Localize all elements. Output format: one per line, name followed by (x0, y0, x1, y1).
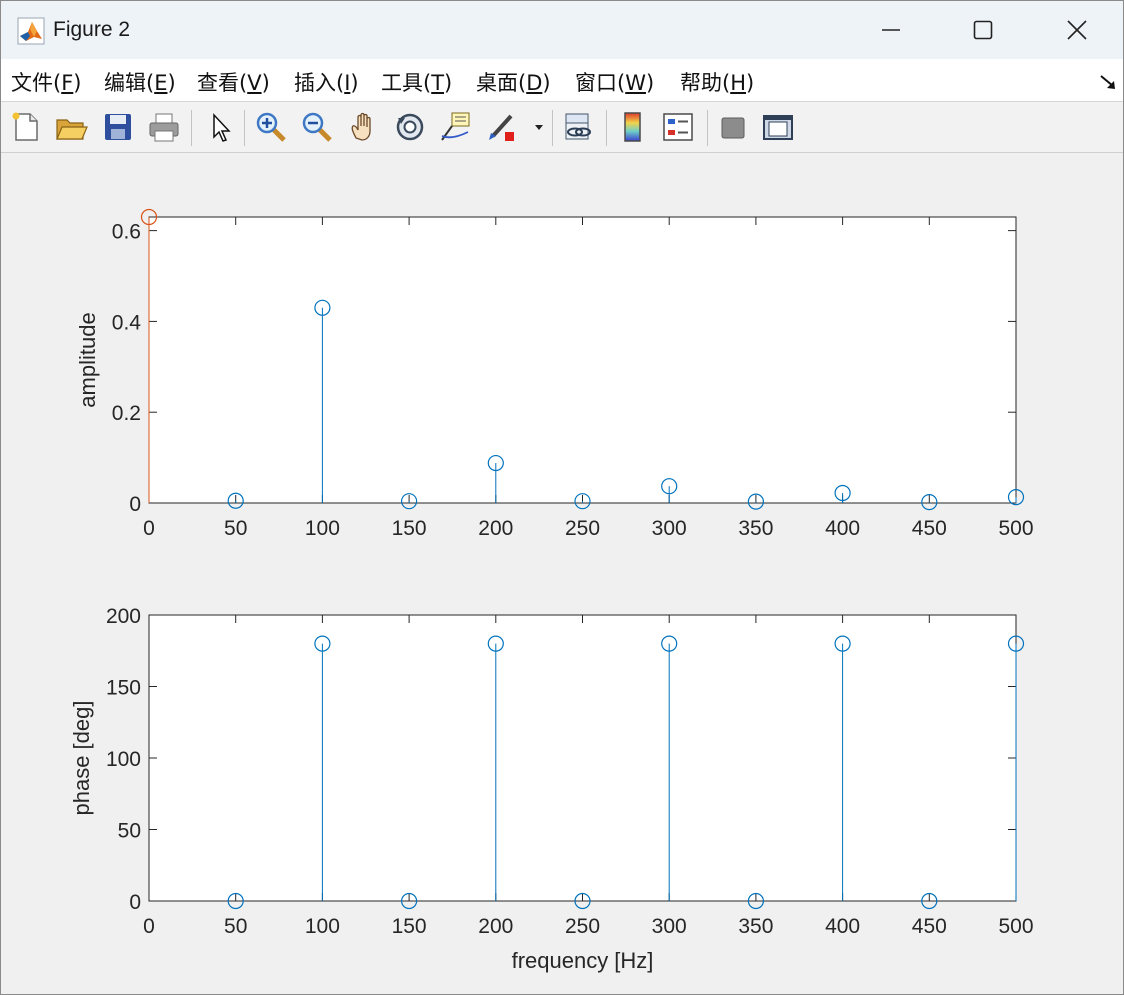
x-tick-label: 100 (305, 915, 340, 938)
data-cursor-button[interactable] (438, 110, 472, 144)
menu-insert[interactable]: 插入(I) (294, 67, 359, 97)
toolbar-separator (707, 110, 708, 146)
y-tick-label: 150 (106, 677, 141, 700)
y-tick-label: 200 (106, 605, 141, 628)
x-tick-label: 250 (565, 517, 600, 540)
x-tick-label: 50 (224, 915, 247, 938)
y-tick-label: 50 (118, 820, 141, 843)
insert-colorbar-icon (624, 112, 641, 142)
zoom-out-icon (302, 112, 332, 142)
x-tick-label: 250 (565, 915, 600, 938)
brush-dropdown-button[interactable] (529, 110, 549, 144)
brush-button[interactable] (485, 110, 519, 144)
y-axis-label: amplitude (75, 312, 100, 407)
edit-plot-pointer-icon (213, 113, 231, 142)
x-tick-label: 0 (143, 915, 155, 938)
x-tick-label: 200 (478, 517, 513, 540)
x-tick-label: 500 (998, 517, 1033, 540)
maximize-icon (973, 20, 993, 40)
rotate-3d-button[interactable] (393, 110, 427, 144)
show-plot-tools-button[interactable] (761, 110, 795, 144)
x-tick-label: 450 (912, 915, 947, 938)
toolbar-separator (191, 110, 192, 146)
insert-colorbar-button[interactable] (616, 110, 650, 144)
x-tick-label: 500 (998, 915, 1033, 938)
x-tick-label: 450 (912, 517, 947, 540)
minimize-button[interactable] (845, 1, 937, 59)
hide-plot-tools-button[interactable] (716, 110, 750, 144)
y-tick-label: 0.4 (112, 311, 142, 334)
figure-window: Figure 2 文件(F) 编辑(E) 查看(V) 插入(I) 工具(T) 桌… (0, 0, 1124, 995)
plot-area: 0 50 100 150 200 250 300 350 400 450 50000.20.40.6… (69, 208, 1034, 973)
title-bar[interactable]: Figure 2 (1, 1, 1123, 59)
close-button[interactable] (1031, 1, 1123, 59)
save-icon (105, 114, 131, 140)
y-tick-label: 100 (106, 748, 141, 771)
axes-1-box (148, 216, 1017, 504)
maximize-button[interactable] (937, 1, 1029, 59)
x-tick-label: 150 (392, 517, 427, 540)
open-file-button[interactable] (54, 110, 88, 144)
toolbar-separator (244, 110, 245, 146)
y-tick-label: 0 (129, 493, 141, 516)
menu-desktop[interactable]: 桌面(D) (476, 67, 551, 97)
y-tick-label: 0.2 (112, 402, 141, 425)
y-axis-label: phase [deg] (69, 701, 94, 816)
menu-edit[interactable]: 编辑(E) (104, 67, 176, 97)
toolbar-separator (552, 110, 553, 146)
menu-bar: 文件(F) 编辑(E) 查看(V) 插入(I) 工具(T) 桌面(D) 窗口(W… (1, 59, 1123, 102)
x-tick-label: 400 (825, 915, 860, 938)
insert-legend-icon (663, 113, 693, 141)
link-plot-icon (565, 113, 591, 140)
y-tick-label: 0 (129, 891, 141, 914)
close-icon (1067, 20, 1087, 40)
zoom-in-icon (256, 112, 286, 142)
x-tick-label: 200 (478, 915, 513, 938)
menu-tools[interactable]: 工具(T) (381, 67, 452, 97)
x-tick-label: 150 (392, 915, 427, 938)
dock-figure-icon[interactable] (1099, 73, 1117, 91)
x-tick-label: 300 (652, 517, 687, 540)
brush-dropdown-icon (535, 125, 543, 130)
matlab-logo-icon (17, 17, 45, 45)
insert-legend-button[interactable] (661, 110, 695, 144)
link-plot-button[interactable] (561, 110, 595, 144)
hide-plot-tools-icon (721, 117, 745, 139)
minimize-icon (882, 29, 900, 31)
pan-button[interactable] (347, 110, 381, 144)
new-figure-button[interactable] (9, 110, 43, 144)
open-file-icon (56, 119, 88, 140)
data-cursor-icon (441, 112, 470, 141)
window-title: Figure 2 (53, 18, 131, 41)
x-tick-label: 100 (305, 517, 340, 540)
figure-canvas: 0 50 100 150 200 250 300 350 400 450 500 0 0.2 0.4 0.6… (1, 153, 1123, 994)
x-tick-label: 300 (652, 915, 687, 938)
menu-file[interactable]: 文件(F) (11, 67, 82, 97)
menu-view[interactable]: 查看(V) (197, 67, 270, 97)
x-tick-label: 0 (143, 517, 155, 540)
menu-help[interactable]: 帮助(H) (680, 67, 754, 97)
x-axis-label: frequency [Hz] (512, 948, 654, 973)
print-icon (149, 113, 179, 142)
edit-plot-button[interactable] (204, 110, 238, 144)
figure-toolbar (1, 102, 1123, 153)
y-tick-label: 0.6 (112, 221, 141, 244)
x-tick-label: 50 (224, 517, 247, 540)
x-tick-label: 400 (825, 517, 860, 540)
x-tick-label: 350 (738, 915, 773, 938)
zoom-out-button[interactable] (300, 110, 334, 144)
show-plot-tools-icon (763, 115, 793, 140)
pan-hand-icon (351, 112, 371, 141)
new-figure-icon (12, 112, 38, 141)
x-tick-label: 350 (738, 517, 773, 540)
axes-2-box (148, 614, 1017, 902)
brush-icon (489, 114, 514, 141)
menu-window[interactable]: 窗口(W) (575, 67, 654, 97)
toolbar-separator (606, 110, 607, 146)
save-button[interactable] (101, 110, 135, 144)
zoom-in-button[interactable] (254, 110, 288, 144)
rotate-3d-icon (396, 113, 424, 141)
print-button[interactable] (147, 110, 181, 144)
